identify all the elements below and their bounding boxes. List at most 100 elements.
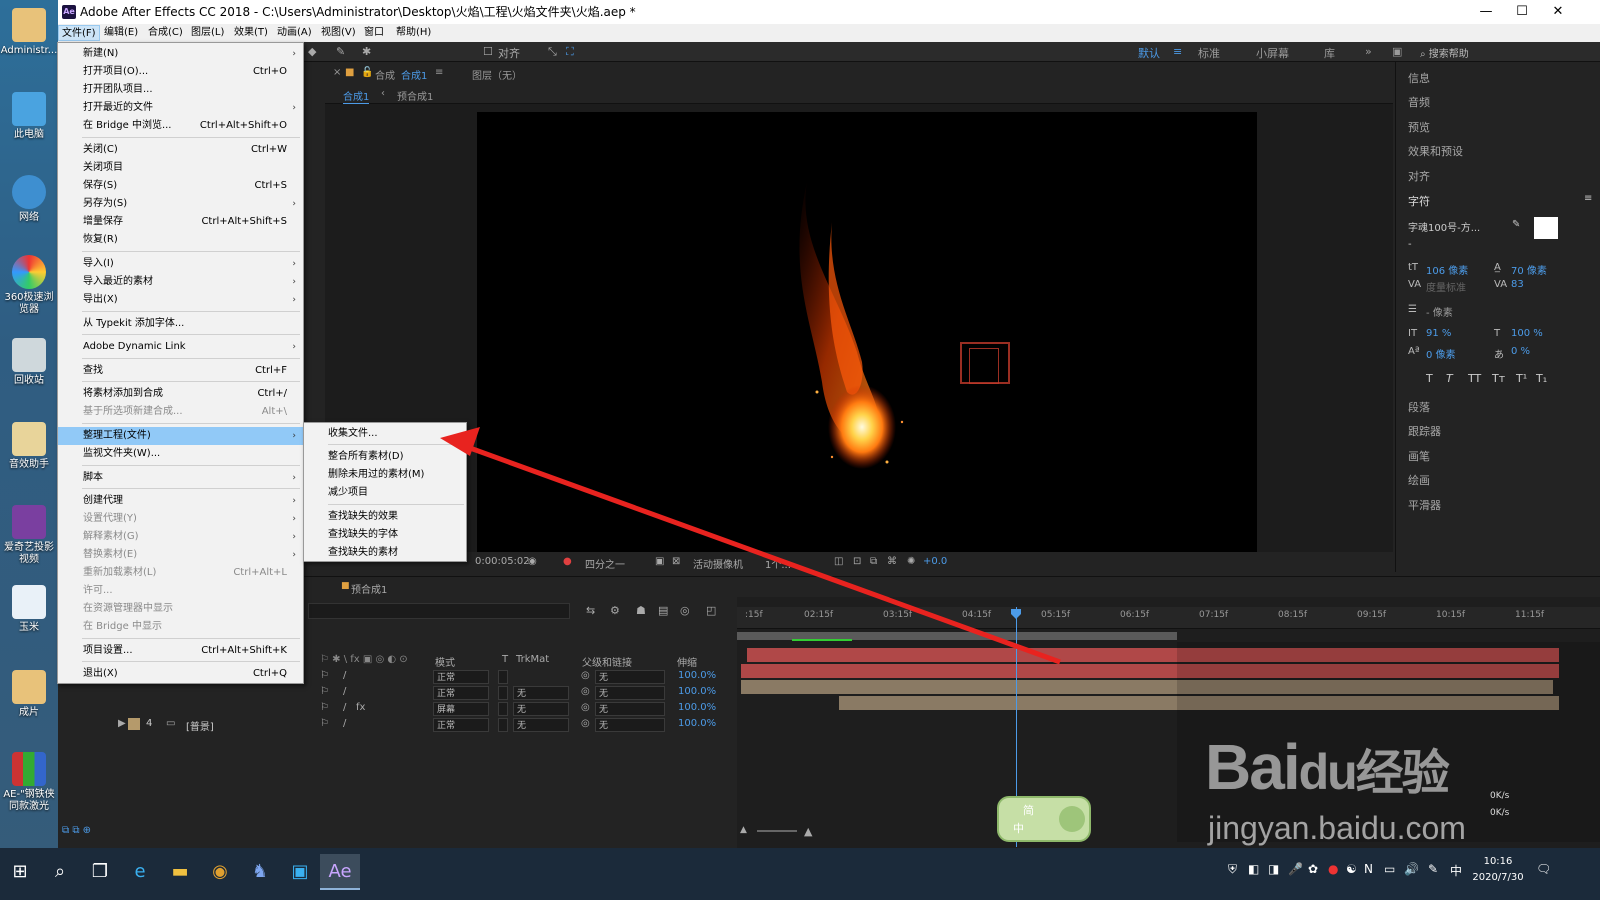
stretch-value[interactable]: 100.0% bbox=[678, 702, 716, 713]
menu-help[interactable]: 帮助(H) bbox=[393, 25, 434, 41]
shy-switch-icon[interactable]: ⚐ bbox=[320, 670, 329, 681]
panel-tracker[interactable]: 跟踪器 bbox=[1408, 423, 1441, 439]
zoom-in-icon[interactable]: ▲ bbox=[804, 825, 812, 838]
parent-select[interactable]: 无 bbox=[595, 686, 665, 700]
draft-3d-icon[interactable]: ⚙ bbox=[610, 604, 620, 617]
panel-audio[interactable]: 音频 bbox=[1408, 94, 1430, 110]
style-subscript[interactable]: T₁ bbox=[1536, 372, 1547, 385]
search-help-input[interactable]: ⌕ 搜索帮助 bbox=[1420, 45, 1590, 60]
workspace-standard[interactable]: 标准 bbox=[1198, 45, 1220, 61]
fill-color-swatch[interactable] bbox=[1534, 217, 1558, 239]
flowchart-icon[interactable]: ⌘ bbox=[887, 556, 897, 567]
menu-file[interactable]: 文件(F) bbox=[58, 25, 100, 41]
file-explorer-icon[interactable]: ▬ bbox=[160, 854, 200, 890]
breadcrumb-precomp1[interactable]: 预合成1 bbox=[397, 88, 433, 103]
zoom-slider[interactable] bbox=[757, 830, 797, 832]
style-small-caps[interactable]: Tт bbox=[1492, 372, 1505, 385]
start-button[interactable]: ⊞ bbox=[0, 854, 40, 890]
preserve-transparency-checkbox[interactable] bbox=[498, 718, 508, 732]
file-menu-item[interactable]: 导出(X) › bbox=[58, 291, 303, 309]
layer-mode-select[interactable]: 正常 bbox=[433, 718, 489, 732]
composition-viewer[interactable] bbox=[477, 112, 1257, 555]
timeline-track-area[interactable]: :15f 02:15f 03:15f 04:15f 05:15f 06:15f … bbox=[737, 597, 1600, 853]
menu-edit[interactable]: 编辑(E) bbox=[101, 25, 141, 41]
layer-mode-select[interactable]: 正常 bbox=[433, 686, 489, 700]
menu-composition[interactable]: 合成(C) bbox=[145, 25, 186, 41]
file-menu-item[interactable]: 在 Bridge 中显示 bbox=[58, 618, 303, 636]
quality-switch-icon[interactable]: / bbox=[343, 670, 346, 681]
file-menu-item[interactable]: 在 Bridge 中浏览... Ctrl+Alt+Shift+O bbox=[58, 117, 303, 135]
close-button[interactable]: ✕ bbox=[1540, 0, 1576, 24]
ime-floating-toolbar[interactable]: 简 中 bbox=[997, 796, 1091, 842]
snapshot-icon[interactable]: ◉ bbox=[528, 556, 537, 567]
view-layout-select[interactable]: 1个... bbox=[765, 556, 791, 571]
search-icon[interactable]: ⌕ bbox=[40, 854, 80, 890]
style-all-caps[interactable]: TT bbox=[1468, 372, 1481, 385]
expand-triangle-icon[interactable]: ▶ bbox=[118, 718, 126, 729]
file-menu-item[interactable]: 基于所选项新建合成... Alt+\ bbox=[58, 403, 303, 421]
exposure-value[interactable]: +0.0 bbox=[923, 556, 947, 567]
submenu-item[interactable]: 减少项目 bbox=[304, 484, 466, 502]
file-menu-item[interactable]: 打开项目(O)... Ctrl+O bbox=[58, 63, 303, 81]
current-timecode[interactable]: 0:00:05:02 bbox=[475, 556, 530, 567]
snap-features-icon[interactable]: ⛶ bbox=[566, 45, 574, 59]
leading-value[interactable]: 70 像素 bbox=[1511, 262, 1547, 277]
reset-exposure-icon[interactable]: ✺ bbox=[907, 556, 915, 567]
stroke-width-value[interactable]: - 像素 bbox=[1426, 304, 1453, 319]
preserve-transparency-checkbox[interactable] bbox=[498, 702, 508, 716]
edge-browser-icon[interactable]: e bbox=[120, 854, 160, 890]
menu-animation[interactable]: 动画(A) bbox=[274, 25, 315, 41]
shy-switch-icon[interactable]: ⚐ bbox=[320, 718, 329, 729]
tracking-value[interactable]: 83 bbox=[1511, 279, 1524, 290]
panel-smoother[interactable]: 平滑器 bbox=[1408, 497, 1441, 513]
timeline-toggle-icon[interactable]: ⧉ bbox=[870, 556, 877, 567]
effects-switch-icon[interactable]: fx bbox=[356, 702, 365, 713]
breadcrumb-comp1[interactable]: 合成1 bbox=[343, 88, 370, 104]
file-menu-item[interactable]: 替换素材(E) › bbox=[58, 546, 303, 564]
panel-character[interactable]: 字符 bbox=[1408, 193, 1430, 209]
file-menu-item[interactable]: 整理工程(文件) › bbox=[58, 427, 303, 445]
file-menu-item[interactable]: 许可... bbox=[58, 582, 303, 600]
tray-icon[interactable]: ✿ bbox=[1308, 862, 1318, 876]
volume-icon[interactable]: 🔊 bbox=[1404, 862, 1419, 876]
network-icon[interactable]: ▭ bbox=[1384, 862, 1395, 876]
menu-view[interactable]: 视图(V) bbox=[318, 25, 359, 41]
panel-paint[interactable]: 绘画 bbox=[1408, 472, 1430, 488]
pickwhip-icon[interactable]: ◎ bbox=[581, 702, 590, 713]
transparency-grid-icon[interactable]: ⊠ bbox=[672, 556, 680, 567]
timeline-tab-precomp1[interactable]: 预合成1 bbox=[351, 581, 387, 596]
pickwhip-icon[interactable]: ◎ bbox=[581, 670, 590, 681]
more-workspaces-icon[interactable]: » bbox=[1365, 45, 1372, 58]
preserve-transparency-checkbox[interactable] bbox=[498, 670, 508, 684]
submenu-item[interactable]: 收集文件... bbox=[304, 425, 466, 443]
file-menu-item[interactable]: 导入最近的素材 › bbox=[58, 273, 303, 291]
desktop-icon-network[interactable]: 网络 bbox=[0, 175, 58, 224]
chrome-browser-icon[interactable]: ◉ bbox=[200, 854, 240, 890]
parent-select[interactable]: 无 bbox=[595, 670, 665, 684]
desktop-icon-computer[interactable]: 此电脑 bbox=[0, 92, 58, 141]
app-icon[interactable]: ▣ bbox=[280, 854, 320, 890]
frame-blend-icon[interactable]: ▤ bbox=[658, 604, 668, 617]
desktop-icon-admin[interactable]: Administr... bbox=[0, 8, 58, 57]
file-menu-item[interactable]: 恢复(R) bbox=[58, 231, 303, 249]
after-effects-taskbar-icon[interactable]: Ae bbox=[320, 854, 360, 890]
baseline-shift-value[interactable]: 0 像素 bbox=[1426, 346, 1456, 361]
trkmat-select[interactable]: 无 bbox=[513, 718, 569, 732]
close-tab-icon[interactable]: × bbox=[333, 67, 341, 78]
file-menu-item[interactable]: 查找 Ctrl+F bbox=[58, 362, 303, 380]
task-view-icon[interactable]: ❐ bbox=[80, 854, 120, 890]
panel-effects-presets[interactable]: 效果和预设 bbox=[1408, 143, 1463, 159]
parent-select[interactable]: 无 bbox=[595, 702, 665, 716]
desktop-icon-iqiyi[interactable]: 爱奇艺投影视频 bbox=[0, 505, 58, 566]
font-family-select[interactable]: 字魂100号-方... bbox=[1408, 219, 1508, 234]
fast-preview-icon[interactable]: ⊡ bbox=[853, 556, 861, 567]
file-menu-item[interactable]: 关闭项目 bbox=[58, 159, 303, 177]
eyedropper-icon[interactable]: ✎ bbox=[1512, 219, 1520, 230]
parent-select[interactable]: 无 bbox=[595, 718, 665, 732]
maximize-button[interactable]: ☐ bbox=[1504, 0, 1540, 24]
style-superscript[interactable]: T¹ bbox=[1516, 372, 1527, 385]
file-menu-item[interactable]: 脚本 › bbox=[58, 469, 303, 487]
menu-layer[interactable]: 图层(L) bbox=[188, 25, 227, 41]
layer-tab[interactable]: 图层（无） bbox=[472, 67, 522, 82]
tray-icon[interactable]: ☯ bbox=[1346, 862, 1357, 876]
